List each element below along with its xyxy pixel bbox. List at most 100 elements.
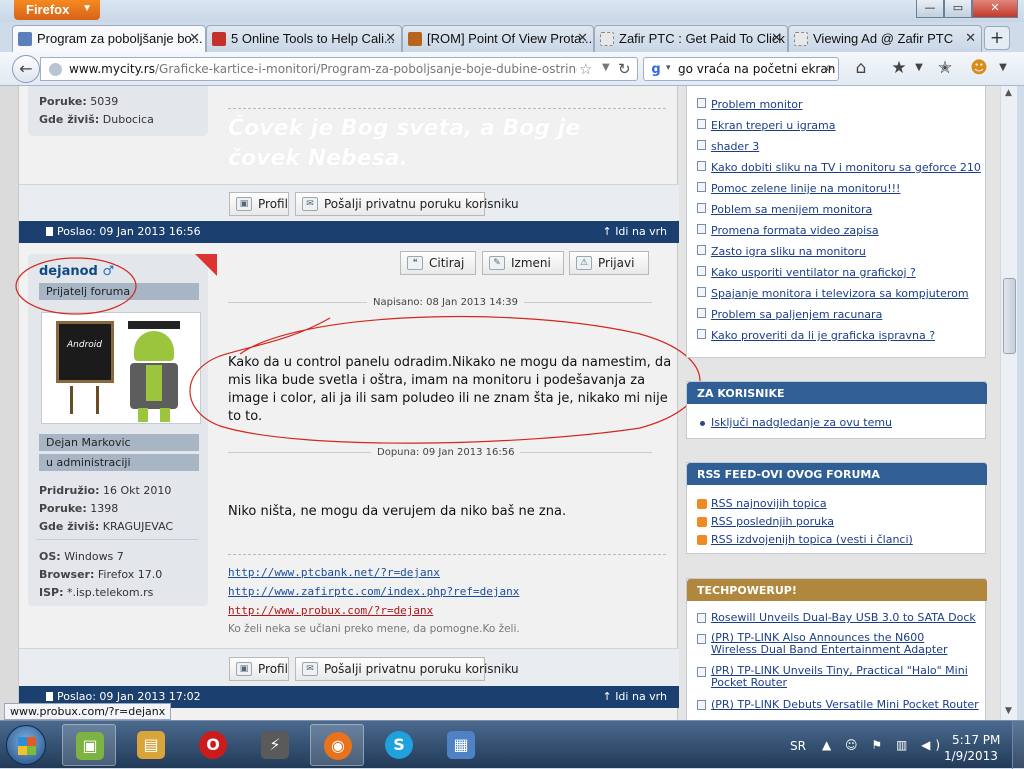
tab-3[interactable]: Zafir PTC : Get Paid To Click ✕ [594, 25, 788, 52]
news-link[interactable]: Rosewill Unveils Dual-Bay USB 3.0 to SAT… [711, 611, 976, 624]
tab-0[interactable]: Program za poboljšanje bo... ✕ [12, 25, 206, 53]
rss-link[interactable]: RSS poslednjih poruka [711, 515, 834, 528]
bookmarks-menu-icon[interactable]: ★ [888, 58, 910, 78]
easel-leg [70, 386, 73, 414]
topic-icon [697, 119, 706, 129]
related-topic-link[interactable]: Poblem sa menijem monitora [711, 203, 872, 216]
bookmark-star-icon[interactable]: ✭ [934, 58, 956, 78]
techpowerup-box-title: TECHPOWERUP! [687, 579, 987, 601]
taskbar-opera[interactable]: O [186, 724, 240, 766]
android-leg [138, 408, 148, 422]
tab-4[interactable]: Viewing Ad @ Zafir PTC ✕ [788, 25, 982, 52]
referral-link-ptcbank[interactable]: http://www.ptcbank.net/?r=dejanx [228, 566, 440, 579]
home-icon[interactable]: ⌂ [850, 58, 872, 78]
profile-button[interactable]: ▣ Profil [229, 657, 289, 681]
unwatch-topic-link[interactable]: Isključi nadgledanje za ovu temu [711, 416, 892, 429]
maximize-button[interactable]: ▭ [944, 0, 972, 18]
bookmark-star-icon[interactable]: ☆ [579, 60, 592, 78]
windows-logo-icon [18, 737, 36, 755]
sidebar: Problem monitor Ekran treperi u igrama s… [686, 86, 987, 720]
folder-icon: ▤ [137, 731, 165, 759]
profile-icon: ▣ [236, 197, 252, 211]
news-link[interactable]: (PR) TP-LINK Debuts Versatile Mini Pocke… [711, 698, 979, 711]
android-leg [160, 408, 170, 422]
news-link[interactable]: (PR) TP-LINK Also Announces the N600 Wir… [711, 632, 971, 656]
control-panel-icon: ▦ [447, 731, 475, 759]
top-link[interactable]: ↑ Idi na vrh [602, 225, 667, 238]
taskbar-skype[interactable]: S [372, 724, 426, 766]
taskbar-android-app[interactable]: ▣ [62, 724, 116, 766]
related-topic-link[interactable]: Pomoc zelene linije na monitoru!!! [711, 182, 900, 195]
tab-2[interactable]: [ROM] Point Of View Prota... ✕ [402, 25, 594, 52]
close-tab-icon[interactable]: ✕ [385, 30, 396, 46]
back-button[interactable]: ← [12, 55, 40, 83]
taskbar-firefox[interactable]: ◉ [310, 724, 364, 766]
topic-icon [697, 287, 706, 297]
username-link[interactable]: dejanod ♂ [39, 264, 114, 279]
addon-icon[interactable]: ☻ [968, 58, 990, 78]
referral-link-zafirptc[interactable]: http://www.zafirptc.com/index.php?ref=de… [228, 585, 519, 598]
related-topic-link[interactable]: Kako proveriti da li je graficka ispravn… [711, 329, 935, 342]
tab-title: Viewing Ad @ Zafir PTC [813, 31, 954, 46]
engine-dropdown-icon[interactable]: ▾ [666, 63, 671, 73]
vertical-scrollbar[interactable]: ▲ ▼ [1000, 86, 1017, 720]
chevron-down-icon[interactable]: ▼ [908, 62, 930, 73]
rss-link[interactable]: RSS najnovijih topica [711, 497, 827, 510]
report-button[interactable]: ⚠ Prijavi [569, 251, 649, 275]
signature-divider [228, 554, 666, 555]
clock-date[interactable]: 1/9/2013 [944, 749, 998, 763]
close-tab-icon[interactable]: ✕ [965, 30, 976, 46]
history-dropdown-icon[interactable]: ▼ [602, 62, 610, 73]
close-tab-icon[interactable]: ✕ [577, 30, 588, 46]
related-topic-link[interactable]: Promena formata video zapisa [711, 224, 879, 237]
techpowerup-box: TECHPOWERUP! Rosewill Unveils Dual-Bay U… [686, 578, 987, 720]
firefox-menu-button[interactable]: Firefox ▼ [14, 0, 100, 20]
show-desktop-button[interactable] [1012, 721, 1024, 769]
tray-icons[interactable]: ▲ ☺ ⚑ ▥ ◀) [822, 738, 945, 752]
start-button[interactable] [6, 725, 46, 765]
info-label: Poruke: [39, 502, 87, 515]
pm-button[interactable]: ✉ Pošalji privatnu poruku korisniku [295, 657, 519, 681]
scroll-up-icon[interactable]: ▲ [1005, 88, 1012, 98]
taskbar-control-panel[interactable]: ▦ [434, 724, 488, 766]
edit-button[interactable]: ✎ Izmeni [482, 251, 564, 275]
related-topic-link[interactable]: Problem sa paljenjem racunara [711, 308, 882, 321]
search-box[interactable]: g ▾ go vraća na početni ekran ⌕ [643, 57, 839, 81]
close-tab-icon[interactable]: ✕ [771, 30, 782, 46]
related-topic-link[interactable]: Zasto igra sliku na monitoru [711, 245, 866, 258]
close-window-button[interactable]: ✕ [972, 0, 1018, 18]
close-tab-icon[interactable]: ✕ [189, 30, 200, 46]
google-icon[interactable]: g [648, 62, 664, 78]
info-divider [36, 539, 198, 540]
related-topic-link[interactable]: Spajanje monitora i televizora sa kompju… [711, 287, 969, 300]
language-indicator[interactable]: SR [790, 739, 806, 753]
reload-icon[interactable]: ↻ [618, 60, 631, 78]
new-tab-button[interactable]: + [984, 26, 1010, 50]
related-topic-link[interactable]: shader 3 [711, 140, 759, 153]
scrollbar-thumb[interactable] [1003, 278, 1016, 354]
pm-button[interactable]: ✉ Pošalji privatnu poruku korisniku [295, 192, 519, 216]
quote-button[interactable]: ❝ Citiraj [400, 251, 476, 275]
profile-button[interactable]: ▣ Profil [229, 192, 289, 216]
related-topic-link[interactable]: Ekran treperi u igrama [711, 119, 835, 132]
taskbar-winamp[interactable]: ⚡ [248, 724, 302, 766]
top-link[interactable]: ↑ Idi na vrh [602, 690, 667, 703]
topic-icon [697, 224, 706, 234]
related-topic-link[interactable]: Kako dobiti sliku na TV i monitoru sa ge… [711, 161, 981, 174]
rss-icon [697, 499, 707, 509]
taskbar-explorer[interactable]: ▤ [124, 724, 178, 766]
user-location-line: Gde živiš: KRAGUJEVAC [39, 520, 173, 533]
related-topic-link[interactable]: Problem monitor [711, 98, 803, 111]
scroll-down-icon[interactable]: ▼ [1005, 706, 1012, 716]
envelope-icon: ✉ [302, 197, 318, 211]
clock-time[interactable]: 5:17 PM [952, 733, 1000, 747]
chevron-down-icon[interactable]: ▼ [992, 62, 1014, 73]
search-icon[interactable]: ⌕ [825, 60, 833, 76]
tab-1[interactable]: 5 Online Tools to Help Cali... ✕ [206, 25, 402, 52]
related-topic-link[interactable]: Kako usporiti ventilator na grafickoj ? [711, 266, 916, 279]
news-link[interactable]: (PR) TP-LINK Unveils Tiny, Practical "Ha… [711, 665, 971, 689]
minimize-button[interactable]: — [916, 0, 944, 18]
address-bar[interactable]: www.mycity.rs/Graficke-kartice-i-monitor… [40, 57, 638, 81]
rss-link[interactable]: RSS izdvojenijh topica (vesti i članci) [711, 533, 913, 546]
referral-link-probux[interactable]: http://www.probux.com/?r=dejanx [228, 604, 433, 617]
